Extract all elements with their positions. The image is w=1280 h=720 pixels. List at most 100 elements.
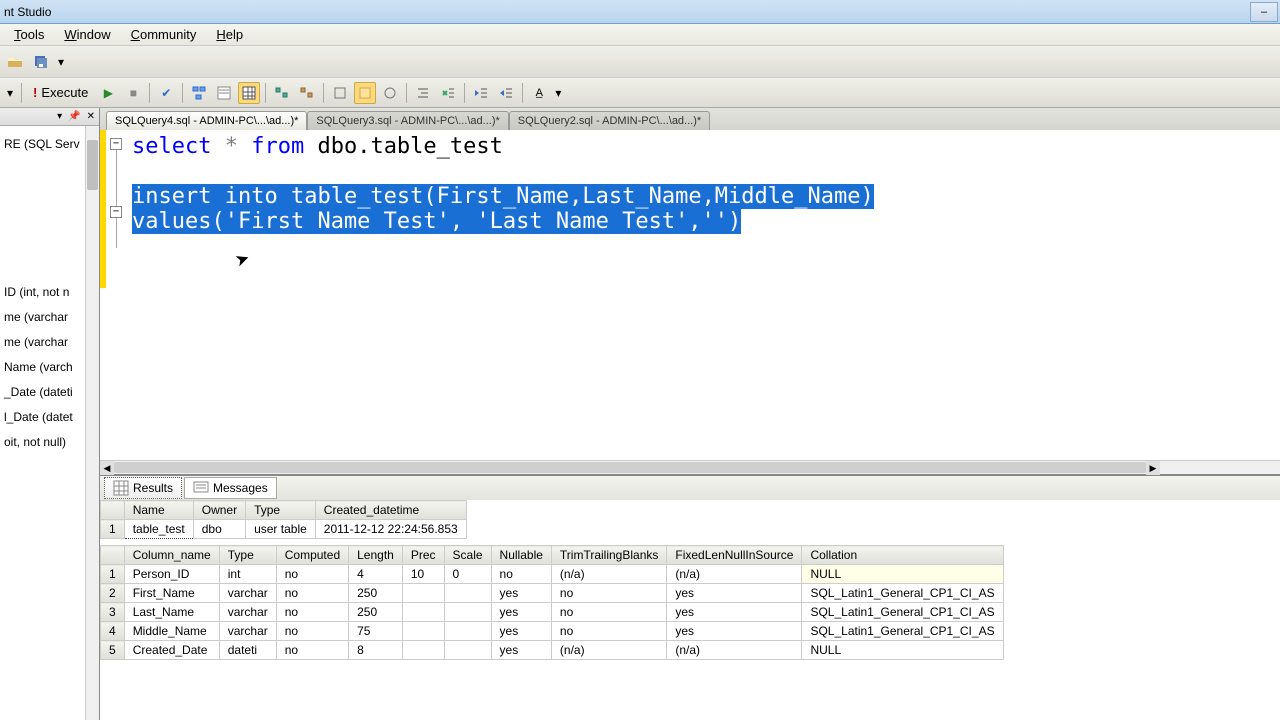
cell[interactable]: no — [276, 603, 348, 622]
cell[interactable]: int — [219, 565, 276, 584]
cell[interactable]: 75 — [349, 622, 403, 641]
code-text[interactable]: select * from dbo.table_test insert into… — [132, 134, 874, 234]
col-header[interactable]: Scale — [444, 546, 491, 565]
display-plan-icon[interactable] — [188, 82, 210, 104]
scroll-left-icon[interactable]: ◀ — [100, 461, 114, 475]
col-header[interactable]: Type — [246, 501, 316, 520]
cell[interactable]: NULL — [802, 565, 1003, 584]
cell[interactable]: 0 — [444, 565, 491, 584]
fold-toggle-icon[interactable]: − — [110, 206, 122, 218]
cell[interactable]: NULL — [802, 641, 1003, 660]
table-row[interactable]: 3 Last_Name varchar no 250 yes no yes SQ… — [101, 603, 1004, 622]
minimize-button[interactable]: – — [1250, 2, 1278, 22]
outdent-icon[interactable] — [437, 82, 459, 104]
cell[interactable]: yes — [491, 622, 551, 641]
fold-toggle-icon[interactable]: − — [110, 138, 122, 150]
cell[interactable]: 250 — [349, 584, 403, 603]
cell[interactable]: yes — [491, 641, 551, 660]
cell[interactable] — [402, 641, 444, 660]
col-header[interactable]: Type — [219, 546, 276, 565]
row-number[interactable]: 3 — [101, 603, 125, 622]
col-header[interactable]: Owner — [193, 501, 245, 520]
cell[interactable]: yes — [491, 603, 551, 622]
col-header[interactable]: Computed — [276, 546, 348, 565]
cell[interactable]: 250 — [349, 603, 403, 622]
cell[interactable]: no — [551, 603, 666, 622]
cell[interactable]: yes — [667, 603, 802, 622]
editor-h-scrollbar[interactable]: ◀ ▶ — [100, 460, 1280, 474]
cell[interactable]: 4 — [349, 565, 403, 584]
row-number[interactable]: 2 — [101, 584, 125, 603]
cell[interactable]: Created_Date — [124, 641, 219, 660]
cell[interactable]: SQL_Latin1_General_CP1_CI_AS — [802, 622, 1003, 641]
cell[interactable]: dateti — [219, 641, 276, 660]
cell[interactable]: varchar — [219, 603, 276, 622]
col-header[interactable]: Nullable — [491, 546, 551, 565]
tool-icon-2[interactable] — [354, 82, 376, 104]
col-header[interactable]: Created_datetime — [315, 501, 466, 520]
cell[interactable]: SQL_Latin1_General_CP1_CI_AS — [802, 603, 1003, 622]
menu-window[interactable]: Window — [54, 25, 120, 44]
specify-values-icon[interactable]: A̲ — [528, 82, 550, 104]
dropdown-icon[interactable]: ▾ — [4, 82, 16, 104]
pin-icon[interactable]: 📌 — [66, 111, 82, 122]
increase-indent-icon[interactable] — [495, 82, 517, 104]
cell[interactable]: varchar — [219, 584, 276, 603]
table-row[interactable]: 1 Person_ID int no 4 10 0 no (n/a) (n/a)… — [101, 565, 1004, 584]
scrollbar-thumb[interactable] — [114, 462, 1146, 473]
dropdown-icon[interactable]: ▾ — [55, 111, 64, 122]
cell[interactable]: yes — [491, 584, 551, 603]
sidebar-scrollbar[interactable] — [85, 126, 99, 720]
cell[interactable] — [402, 622, 444, 641]
toolbar-overflow-icon[interactable]: ▾ — [56, 51, 66, 73]
col-header[interactable]: Prec — [402, 546, 444, 565]
comment-icon[interactable] — [271, 82, 293, 104]
tool-icon-3[interactable] — [379, 82, 401, 104]
menu-help[interactable]: Help — [206, 25, 253, 44]
row-number[interactable]: 4 — [101, 622, 125, 641]
results-to-text-icon[interactable] — [213, 82, 235, 104]
table-row[interactable]: 2 First_Name varchar no 250 yes no yes S… — [101, 584, 1004, 603]
col-header[interactable]: FixedLenNullInSource — [667, 546, 802, 565]
col-header[interactable]: Length — [349, 546, 403, 565]
row-number[interactable]: 1 — [101, 565, 125, 584]
cell[interactable]: yes — [667, 584, 802, 603]
stop-icon[interactable]: ■ — [122, 82, 144, 104]
cell[interactable]: Person_ID — [124, 565, 219, 584]
cell-created[interactable]: 2011-12-12 22:24:56.853 — [315, 520, 466, 539]
cell[interactable] — [444, 622, 491, 641]
cell[interactable]: no — [551, 622, 666, 641]
cell[interactable]: no — [276, 584, 348, 603]
cell[interactable] — [402, 603, 444, 622]
close-icon[interactable]: ✕ — [85, 111, 97, 122]
result-grid-2[interactable]: Column_name Type Computed Length Prec Sc… — [100, 545, 1004, 660]
col-header[interactable]: Collation — [802, 546, 1003, 565]
doc-tab[interactable]: SQLQuery3.sql - ADMIN-PC\...\ad...)* — [307, 111, 508, 130]
toolbar2-overflow-icon[interactable]: ▾ — [553, 82, 563, 104]
col-header[interactable]: Column_name — [124, 546, 219, 565]
cell[interactable]: no — [491, 565, 551, 584]
cell[interactable]: no — [551, 584, 666, 603]
uncomment-icon[interactable] — [296, 82, 318, 104]
sql-editor[interactable]: − − select * from dbo.table_test insert … — [100, 130, 1280, 460]
results-tab[interactable]: Results — [104, 477, 182, 499]
cell[interactable] — [444, 603, 491, 622]
cell[interactable] — [402, 584, 444, 603]
cell-name[interactable]: table_test — [124, 520, 193, 539]
decrease-indent-icon[interactable] — [470, 82, 492, 104]
tool-icon-1[interactable] — [329, 82, 351, 104]
execute-button[interactable]: ! Execute — [27, 83, 94, 102]
cell[interactable]: SQL_Latin1_General_CP1_CI_AS — [802, 584, 1003, 603]
cell-type[interactable]: user table — [246, 520, 316, 539]
results-to-grid-icon[interactable] — [238, 82, 260, 104]
cell[interactable]: (n/a) — [551, 565, 666, 584]
scroll-right-icon[interactable]: ▶ — [1146, 461, 1160, 475]
cell[interactable]: yes — [667, 622, 802, 641]
cell[interactable]: First_Name — [124, 584, 219, 603]
cell[interactable]: no — [276, 641, 348, 660]
menu-tools[interactable]: TToolsools — [4, 25, 54, 44]
cell[interactable]: varchar — [219, 622, 276, 641]
parse-icon[interactable]: ✔ — [155, 82, 177, 104]
cell[interactable]: (n/a) — [667, 565, 802, 584]
cell[interactable]: (n/a) — [667, 641, 802, 660]
